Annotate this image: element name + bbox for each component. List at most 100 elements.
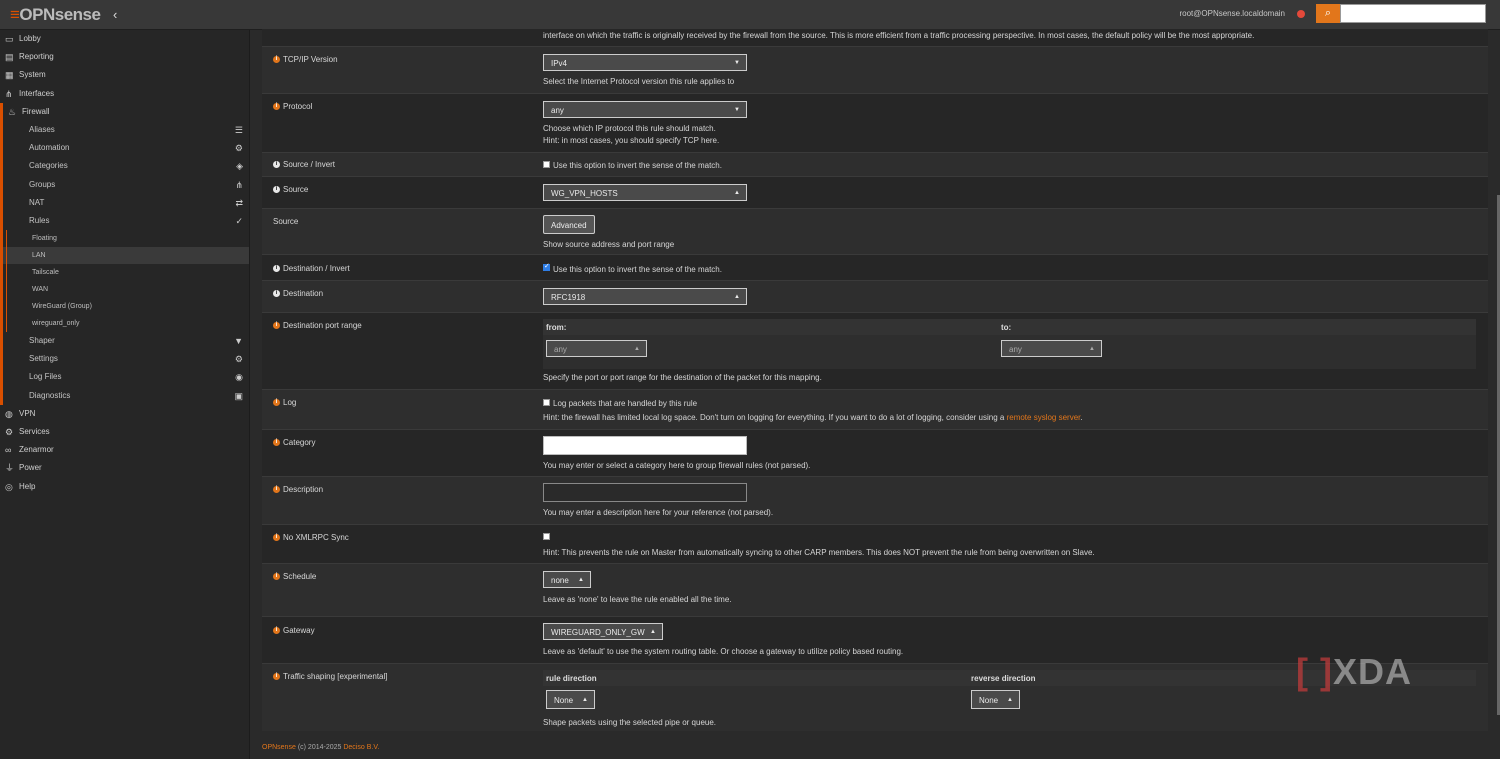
- info-icon[interactable]: i: [273, 103, 280, 110]
- sidebar-item-power[interactable]: ⏚ Power: [0, 459, 249, 477]
- sidebar-item-nat[interactable]: ⇄ NAT: [0, 193, 249, 212]
- info-icon[interactable]: i: [273, 161, 280, 168]
- schedule-select[interactable]: none ▲: [543, 571, 591, 588]
- sidebar-item-diagnostics[interactable]: ▣ Diagnostics: [0, 386, 249, 405]
- source-select[interactable]: WG_VPN_HOSTS ▲: [543, 184, 747, 201]
- info-icon[interactable]: i: [273, 399, 280, 406]
- destination-invert-checkbox[interactable]: [543, 262, 550, 271]
- info-icon[interactable]: i: [273, 290, 280, 297]
- exchange-icon: ⇄: [235, 197, 243, 208]
- description-input[interactable]: [543, 483, 747, 502]
- sidebar-item-label: Shaper: [29, 336, 55, 346]
- footer: OPNsense (c) 2014-2025 Deciso B.V.: [262, 744, 379, 751]
- info-icon[interactable]: i: [273, 534, 280, 541]
- check-icon: ✓: [235, 215, 243, 226]
- sidebar-item-help[interactable]: ◎ Help: [0, 478, 249, 496]
- destination-label: Destination: [283, 289, 324, 298]
- caret-up-icon: ▲: [582, 697, 588, 703]
- info-icon[interactable]: i: [273, 673, 280, 680]
- info-icon[interactable]: i: [273, 573, 280, 580]
- rule-edit-form: interface on which the traffic is origin…: [262, 29, 1488, 731]
- protocol-hint: Hint: in most cases, you should specify …: [543, 136, 720, 145]
- footer-brand-link[interactable]: OPNsense: [262, 744, 296, 751]
- rule-direction-select[interactable]: None ▲: [546, 690, 595, 709]
- log-checkbox[interactable]: [543, 399, 550, 406]
- search-input[interactable]: [1340, 4, 1486, 23]
- sidebar-item-wireguard-group-[interactable]: WireGuard (Group): [0, 298, 249, 316]
- destination-invert-label: Destination / Invert: [283, 264, 350, 273]
- sidebar-item-lan[interactable]: LAN: [0, 247, 249, 265]
- laptop-icon: ▭: [5, 34, 14, 44]
- traffic-shaping-help: Shape packets using the selected pipe or…: [543, 718, 717, 727]
- sidebar-item-shaper[interactable]: ▼ Shaper: [0, 332, 249, 351]
- sidebar-item-settings[interactable]: ⚙ Settings: [0, 350, 249, 369]
- caret-down-icon: ▼: [734, 60, 740, 66]
- remote-syslog-link[interactable]: remote syslog server: [1007, 413, 1081, 422]
- sidebar-item-label: Tailscale: [32, 269, 59, 277]
- collapse-sidebar-icon[interactable]: ‹: [113, 7, 117, 22]
- info-icon[interactable]: i: [273, 486, 280, 493]
- sidebar-item-vpn[interactable]: ◍ VPN: [0, 405, 249, 423]
- xmlrpc-checkbox[interactable]: [543, 533, 550, 540]
- sidebar-item-categories[interactable]: ◈ Categories: [0, 157, 249, 176]
- sidebar-item-system[interactable]: ▦ System: [0, 66, 249, 84]
- destination-select[interactable]: RFC1918 ▲: [543, 288, 747, 305]
- protocol-select[interactable]: any ▼: [543, 101, 747, 118]
- info-icon[interactable]: i: [273, 186, 280, 193]
- rule-direction-header: rule direction: [546, 674, 597, 683]
- schedule-help: Leave as 'none' to leave the rule enable…: [543, 595, 732, 604]
- advanced-button[interactable]: Advanced: [543, 215, 595, 234]
- eye-icon: ◉: [235, 372, 243, 383]
- port-to-select[interactable]: any ▲: [1001, 340, 1102, 357]
- sidebar-item-zenarmor[interactable]: ∞ Zenarmor: [0, 441, 249, 459]
- user-label[interactable]: root@OPNsense.localdomain: [1179, 9, 1285, 18]
- globe-icon: ◍: [5, 408, 13, 419]
- gears-icon: ⚙: [234, 354, 243, 365]
- plug-icon: ⏚: [5, 463, 15, 474]
- sidebar-item-wan[interactable]: WAN: [0, 281, 249, 299]
- search-icon[interactable]: ⌕: [1316, 4, 1340, 23]
- sidebar-item-firewall[interactable]: ♨ Firewall: [0, 102, 249, 121]
- caret-up-icon: ▲: [1007, 697, 1013, 703]
- sidebar-item-interfaces[interactable]: ⋔ Interfaces: [0, 85, 249, 103]
- source-invert-label: Source / Invert: [283, 160, 336, 169]
- lifebuoy-icon: ◎: [5, 481, 13, 492]
- xmlrpc-label: No XMLRPC Sync: [283, 533, 349, 542]
- description-label: Description: [283, 485, 324, 494]
- sidebar-item-label: Services: [19, 427, 50, 436]
- footer-company-link[interactable]: Deciso B.V.: [343, 744, 379, 751]
- sidebar-item-wireguard-only[interactable]: wireguard_only: [0, 315, 249, 333]
- medkit-icon: ▣: [234, 390, 243, 401]
- sidebar-item-reporting[interactable]: ▤ Reporting: [0, 48, 249, 66]
- category-input[interactable]: [543, 436, 747, 455]
- source-invert-checkbox[interactable]: [543, 161, 550, 168]
- sidebar-item-lobby[interactable]: ▭ Lobby: [0, 30, 249, 48]
- sidebar-item-floating[interactable]: Floating: [0, 230, 249, 248]
- info-icon[interactable]: i: [273, 439, 280, 446]
- tcpip-select[interactable]: IPv4 ▼: [543, 54, 747, 71]
- sidebar-item-log-files[interactable]: ◉ Log Files: [0, 368, 249, 387]
- reverse-direction-select[interactable]: None ▲: [971, 690, 1020, 709]
- sidebar-item-tailscale[interactable]: Tailscale: [0, 264, 249, 282]
- binoculars-icon: ∞: [5, 445, 12, 456]
- info-icon[interactable]: i: [273, 322, 280, 329]
- info-icon[interactable]: i: [273, 56, 280, 63]
- sidebar-item-automation[interactable]: ⚙ Automation: [0, 139, 249, 158]
- sidebar-item-services[interactable]: ⚙ Services: [0, 423, 249, 441]
- sidebar-item-aliases[interactable]: ☰ Aliases: [0, 120, 249, 140]
- status-dot-icon[interactable]: [1297, 10, 1305, 18]
- sitemap-icon: ⋔: [5, 88, 13, 99]
- info-icon[interactable]: i: [273, 265, 280, 272]
- sidebar-item-groups[interactable]: ⋔ Groups: [0, 175, 249, 194]
- sidebar-item-rules[interactable]: ✓ Rules: [0, 211, 249, 231]
- info-icon[interactable]: i: [273, 627, 280, 634]
- tags-icon: ◈: [236, 161, 243, 172]
- caret-up-icon: ▲: [578, 577, 584, 583]
- gateway-select[interactable]: WIREGUARD_ONLY_GW ▲: [543, 623, 663, 640]
- sitemap-icon: ⋔: [235, 179, 243, 190]
- opnsense-logo[interactable]: ≡OPNsense: [10, 5, 101, 25]
- xmlrpc-hint: Hint: This prevents the rule on Master f…: [543, 548, 1095, 557]
- port-from-select[interactable]: any ▲: [546, 340, 647, 357]
- caret-up-icon: ▲: [734, 294, 740, 300]
- source-invert-help: Use this option to invert the sense of t…: [553, 161, 722, 170]
